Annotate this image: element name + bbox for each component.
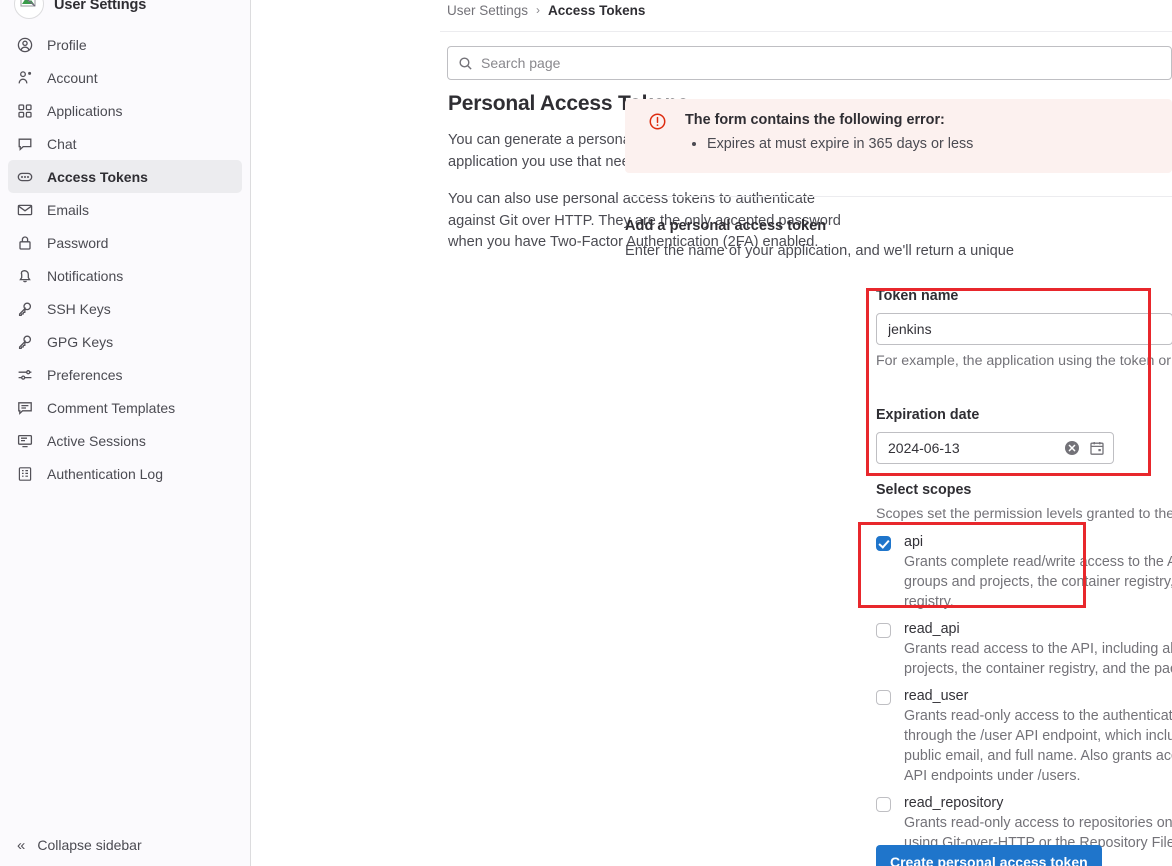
expiration-date-value: 2024-06-13 [888,440,960,456]
double-chevron-left-icon: « [17,836,26,854]
monitor-icon [17,433,33,449]
applications-grid-icon [17,103,33,119]
token-name-field[interactable] [876,313,1172,345]
breadcrumb: User Settings › Access Tokens [251,0,1172,20]
sidebar-item-profile[interactable]: Profile [8,28,242,61]
alert-title: The form contains the following error: [685,112,945,128]
sidebar-item-label: Notifications [47,267,124,284]
lock-icon [17,235,33,251]
log-grid-icon [17,466,33,482]
select-scopes-label: Select scopes [876,482,972,498]
bell-icon [17,268,33,284]
section-divider [625,196,1172,197]
avatar[interactable] [14,0,44,19]
scope-description: Grants read-only access to the authentic… [904,708,1172,784]
sidebar-item-label: GPG Keys [47,333,114,350]
sidebar-item-access-tokens[interactable]: Access Tokens [8,160,242,193]
key-icon [17,301,33,317]
scope-checkbox-api[interactable] [876,536,891,551]
clear-circle-icon[interactable] [1064,440,1080,456]
scope-item-read-api: read_api Grants read access to the API, … [876,621,1172,679]
sidebar-item-label: Comment Templates [47,399,176,416]
sidebar-item-comment-templates[interactable]: Comment Templates [8,391,242,424]
error-circle-icon [649,113,667,130]
key-icon [17,334,33,350]
sidebar-item-gpg-keys[interactable]: GPG Keys [8,325,242,358]
sidebar-item-label: Profile [47,36,87,53]
select-scopes-help: Scopes set the permission levels granted… [876,506,1172,522]
sidebar-title: User Settings [54,0,147,13]
token-name-label: Token name [876,288,959,304]
sidebar-item-label: Authentication Log [47,465,163,482]
calendar-icon[interactable] [1089,440,1105,456]
sidebar-item-label: Password [47,234,109,251]
breadcrumb-root[interactable]: User Settings [447,3,528,18]
sidebar-item-label: Emails [47,201,90,218]
sidebar-item-password[interactable]: Password [8,226,242,259]
form-error-alert: The form contains the following error: E… [625,99,1172,173]
sidebar-item-ssh-keys[interactable]: SSH Keys [8,292,242,325]
expiration-date-label: Expiration date [876,407,980,423]
token-name-help: For example, the application using the t… [876,353,1172,369]
collapse-sidebar-label: Collapse sidebar [37,837,142,853]
sidebar-header[interactable]: User Settings [0,0,250,19]
sidebar-item-label: Access Tokens [47,168,148,185]
scope-checkbox-read_repository[interactable] [876,797,891,812]
sidebar-item-authentication-log[interactable]: Authentication Log [8,457,242,490]
sidebar-item-account[interactable]: Account [8,61,242,94]
sliders-icon [17,367,33,383]
scope-checkbox-read_api[interactable] [876,623,891,638]
token-icon [17,169,33,185]
scope-description: Grants complete read/write access to the… [904,554,1172,610]
sidebar-item-label: Chat [47,135,77,152]
token-name-input[interactable] [888,314,1161,344]
search-page-field[interactable] [447,46,1172,80]
scopes-list: api Grants complete read/write access to… [876,534,1172,866]
scope-description: Grants read access to the API, including… [904,641,1172,677]
sidebar-item-label: Active Sessions [47,432,146,449]
sidebar-item-active-sessions[interactable]: Active Sessions [8,424,242,457]
form-heading: Add a personal access token [625,218,827,234]
collapse-sidebar-button[interactable]: « Collapse sidebar [0,824,250,866]
create-personal-access-token-button[interactable]: Create personal access token [876,845,1102,866]
expiration-date-field[interactable]: 2024-06-13 [876,432,1114,464]
sidebar-item-label: Account [47,69,98,86]
search-icon [458,56,473,71]
sidebar-item-notifications[interactable]: Notifications [8,259,242,292]
scope-item-api: api Grants complete read/write access to… [876,534,1172,612]
breadcrumb-divider [440,31,1172,32]
sidebar-item-preferences[interactable]: Preferences [8,358,242,391]
search-input[interactable] [481,47,1161,79]
sidebar-item-emails[interactable]: Emails [8,193,242,226]
envelope-icon [17,202,33,218]
scope-name: read_repository [904,795,1004,811]
chat-bubble-icon [17,136,33,152]
scope-checkbox-read_user[interactable] [876,690,891,705]
scope-name: api [904,534,924,550]
breadcrumb-current: Access Tokens [548,2,646,18]
sidebar-nav: Profile Account Applications Chat Access… [0,28,250,490]
sidebar-item-label: Preferences [47,366,123,383]
comment-lines-icon [17,400,33,416]
user-settings-page: User Settings Profile Account Applicatio… [0,0,1172,866]
sidebar-item-chat[interactable]: Chat [8,127,242,160]
broken-image-icon [18,0,40,10]
user-icon [17,37,33,53]
breadcrumb-separator-icon: › [536,3,541,17]
sidebar-item-label: SSH Keys [47,300,111,317]
scope-name: read_api [904,621,960,637]
scope-item-read-user: read_user Grants read-only access to the… [876,688,1172,786]
alert-error-item: Expires at must expire in 365 days or le… [707,136,1172,152]
sidebar-item-applications[interactable]: Applications [8,94,242,127]
alert-error-list: Expires at must expire in 365 days or le… [703,136,1172,152]
account-icon [17,70,33,86]
scope-name: read_user [904,688,969,704]
form-subheading: Enter the name of your application, and … [625,243,1014,259]
sidebar: User Settings Profile Account Applicatio… [0,0,251,866]
sidebar-item-label: Applications [47,102,123,119]
